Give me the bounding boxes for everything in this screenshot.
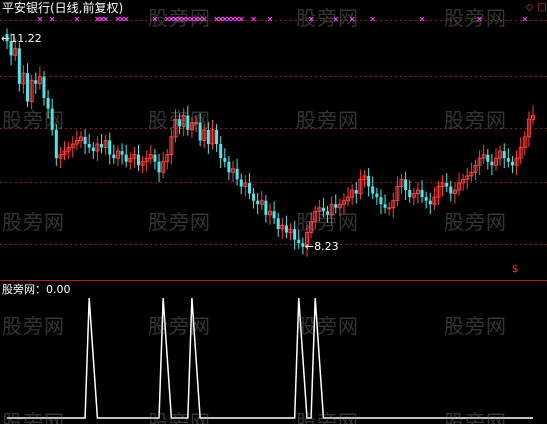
- candle-body: [100, 144, 104, 148]
- candle-body: [375, 193, 379, 198]
- candle-body: [153, 154, 157, 162]
- candle-body: [112, 154, 116, 159]
- signal-marker: [226, 16, 232, 22]
- candle-body: [137, 154, 140, 166]
- restore-icon[interactable]: ◇: [525, 3, 534, 13]
- low-price-label: ←8.23: [304, 240, 339, 254]
- candle-body: [502, 151, 506, 159]
- candle-body: [272, 211, 276, 219]
- candle-body: [91, 147, 95, 152]
- candle-body: [17, 48, 21, 84]
- candle-body: [490, 161, 494, 166]
- candle-body: [219, 144, 223, 159]
- candle-body: [371, 186, 375, 194]
- watermark: 股旁网: [2, 314, 65, 338]
- watermark: 股旁网: [296, 410, 359, 424]
- candle-body: [486, 154, 490, 162]
- candle-body: [404, 179, 408, 191]
- candle-body: [42, 76, 46, 98]
- candle-body: [227, 161, 231, 173]
- signal-marker: [49, 16, 55, 22]
- signal-marker: [230, 16, 236, 22]
- candle-body: [247, 182, 251, 194]
- watermark: 股旁网: [148, 108, 211, 132]
- high-price-label: ←11.22: [1, 32, 42, 46]
- low-price-value: 8.23: [314, 240, 339, 254]
- indicator-label: 股旁网：0.00: [2, 283, 71, 296]
- candle-body: [445, 182, 449, 187]
- candle-body: [383, 204, 387, 208]
- watermark: 股旁网: [2, 210, 65, 234]
- candle-body: [428, 200, 432, 205]
- candle-body: [252, 193, 256, 201]
- watermark: 股旁网: [444, 410, 507, 424]
- chart-title: 平安银行(日线,前复权): [2, 1, 124, 15]
- watermark: 股旁网: [148, 210, 211, 234]
- candle-body: [506, 158, 510, 162]
- watermark: 股旁网: [148, 314, 211, 338]
- candle-body: [449, 186, 453, 194]
- candle-body: [379, 197, 383, 205]
- watermark: 股旁网: [444, 210, 507, 234]
- candle-body: [424, 197, 428, 201]
- watermark: 股旁网: [296, 108, 359, 132]
- candle-body: [235, 168, 239, 180]
- candle-body: [420, 190, 424, 198]
- watermark: 股旁网: [444, 6, 507, 30]
- candle-body: [215, 129, 219, 144]
- maximize-icon[interactable]: □: [537, 3, 546, 13]
- candle-body: [34, 80, 38, 84]
- chart-window: 股旁网 股旁网 股旁网 股旁网 股旁网 股旁网 股旁网 股旁网 股旁网 股旁网 …: [0, 0, 547, 424]
- signal-marker: [119, 16, 125, 22]
- candle-body: [157, 161, 161, 173]
- candle-body: [120, 151, 124, 155]
- signal-marker: [251, 16, 256, 22]
- watermark: 股旁网: [2, 108, 65, 132]
- candle-body: [256, 200, 260, 205]
- candle-body: [87, 144, 91, 148]
- watermark: 股旁网: [444, 108, 507, 132]
- watermark: 股旁网: [148, 6, 211, 30]
- signal-marker: [222, 16, 228, 22]
- watermark: 股旁网: [444, 314, 507, 338]
- candle-body: [367, 175, 371, 187]
- watermark: 股旁网: [296, 6, 359, 30]
- signal-marker: [95, 16, 100, 22]
- signal-marker: [370, 16, 376, 22]
- candle-body: [408, 190, 412, 198]
- candle-body: [276, 218, 280, 230]
- watermark: 股旁网: [296, 314, 359, 338]
- watermark: 股旁网: [148, 410, 211, 424]
- candle-body: [297, 239, 301, 244]
- candle-body: [387, 207, 392, 210]
- candle-body: [510, 161, 514, 166]
- signal-marker: [37, 16, 43, 22]
- signal-symbol: $: [512, 264, 519, 275]
- watermark: 股旁网: [2, 410, 65, 424]
- watermark: 股旁网: [296, 210, 359, 234]
- signal-marker: [234, 16, 240, 22]
- candle-body: [108, 140, 112, 155]
- candle-body: [223, 158, 227, 162]
- candle-body: [284, 225, 288, 233]
- candle-body: [264, 200, 268, 215]
- candle-body: [54, 129, 58, 159]
- signal-marker: [419, 16, 425, 22]
- signal-marker: [522, 16, 528, 22]
- candle-body: [239, 179, 243, 187]
- signal-marker: [115, 16, 121, 22]
- candle-body: [354, 190, 358, 194]
- candle-body: [83, 136, 87, 144]
- candle-body: [26, 73, 30, 102]
- high-price-value: 11.22: [10, 32, 42, 46]
- candle-body: [124, 154, 128, 162]
